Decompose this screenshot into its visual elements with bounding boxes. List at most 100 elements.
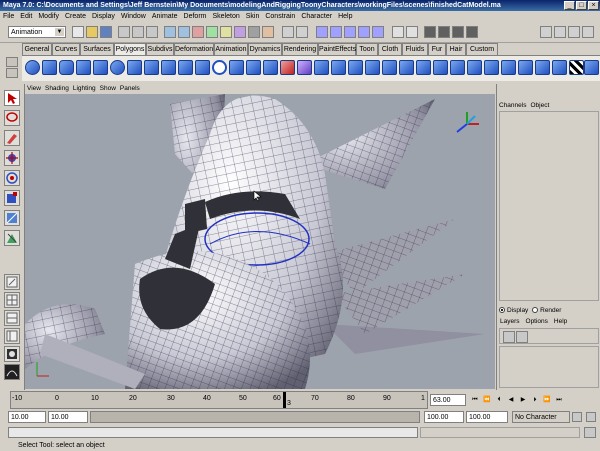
cut-faces-icon[interactable] bbox=[416, 60, 431, 75]
panel-menu-panels[interactable]: Panels bbox=[118, 84, 142, 94]
rotate-tool-icon[interactable] bbox=[4, 170, 20, 186]
duplicate-face-icon[interactable] bbox=[535, 60, 550, 75]
time-ruler[interactable]: -10 0 10 20 30 40 50 60 3 70 80 90 1 bbox=[10, 391, 428, 409]
character-set-dropdown[interactable]: No Character Set bbox=[512, 411, 570, 433]
select-object-icon[interactable] bbox=[132, 26, 144, 38]
menu-deform[interactable]: Deform bbox=[181, 11, 210, 22]
new-layer-icon[interactable] bbox=[503, 331, 515, 343]
menu-options[interactable]: Options bbox=[523, 317, 551, 326]
persp-graph-layout-icon[interactable] bbox=[4, 310, 20, 326]
playback-start-field[interactable]: 10.00 bbox=[48, 411, 88, 423]
boolean-union-icon[interactable] bbox=[280, 60, 295, 75]
range-slider-bar[interactable] bbox=[90, 411, 420, 423]
wedge-faces-icon[interactable] bbox=[501, 60, 516, 75]
snap-grid-icon[interactable] bbox=[316, 26, 328, 38]
maximize-button[interactable]: □ bbox=[576, 1, 587, 10]
menu-modify[interactable]: Modify bbox=[35, 11, 62, 22]
menu-create[interactable]: Create bbox=[62, 11, 89, 22]
play-backwards-icon[interactable]: ◀ bbox=[506, 395, 516, 405]
lasso-tool-icon[interactable] bbox=[4, 110, 20, 126]
graph-layout-icon[interactable] bbox=[4, 364, 20, 380]
checker-texture-icon[interactable] bbox=[569, 60, 584, 75]
script-editor-icon[interactable] bbox=[584, 427, 596, 438]
soft-modification-tool-icon[interactable] bbox=[4, 230, 20, 246]
manipulator-tool-icon[interactable] bbox=[4, 210, 20, 226]
poly-cube-icon[interactable] bbox=[42, 60, 57, 75]
step-forward-frame-icon[interactable]: ⏩ bbox=[542, 395, 552, 405]
extrude-edge-icon[interactable] bbox=[365, 60, 380, 75]
step-back-key-icon[interactable]: ⏴ bbox=[494, 395, 504, 405]
perspective-viewport[interactable] bbox=[25, 94, 495, 389]
tab-custom[interactable]: Custom bbox=[466, 43, 498, 55]
four-pane-layout-icon[interactable] bbox=[4, 292, 20, 308]
tab-dynamics[interactable]: Dynamics bbox=[248, 43, 282, 55]
animation-preferences-icon[interactable] bbox=[586, 412, 596, 422]
current-time-marker[interactable] bbox=[283, 392, 286, 408]
panel-menu-show[interactable]: Show bbox=[98, 84, 118, 94]
tab-painteffects[interactable]: PaintEffects bbox=[318, 43, 356, 55]
layer-list[interactable] bbox=[499, 346, 599, 388]
tab-subdivs[interactable]: Subdivs bbox=[146, 43, 174, 55]
panel-menu-shading[interactable]: Shading bbox=[43, 84, 71, 94]
render-frame-icon[interactable] bbox=[438, 26, 450, 38]
select-hierarchy-icon[interactable] bbox=[118, 26, 130, 38]
channel-box-toggle-icon[interactable] bbox=[568, 26, 580, 38]
tab-fluids[interactable]: Fluids bbox=[402, 43, 428, 55]
tab-general[interactable]: General bbox=[22, 43, 52, 55]
close-button[interactable]: × bbox=[588, 1, 599, 10]
menu-channels[interactable]: Channels bbox=[497, 101, 528, 110]
menu-character[interactable]: Character bbox=[298, 11, 335, 22]
select-rendering-icon[interactable] bbox=[248, 26, 260, 38]
menu-object[interactable]: Object bbox=[528, 101, 551, 110]
select-tool-icon[interactable] bbox=[4, 90, 20, 106]
step-back-frame-icon[interactable]: ⏪ bbox=[482, 395, 492, 405]
poly-platonic-icon[interactable] bbox=[212, 60, 227, 75]
poly-cone-icon[interactable] bbox=[76, 60, 91, 75]
playback-end-field[interactable]: 100.00 bbox=[424, 411, 464, 423]
go-to-start-icon[interactable]: ⏮ bbox=[470, 395, 480, 405]
poly-sphere-icon[interactable] bbox=[25, 60, 40, 75]
mirror-geometry-icon[interactable] bbox=[331, 60, 346, 75]
lock-selection-icon[interactable] bbox=[282, 26, 294, 38]
select-dynamics-icon[interactable] bbox=[234, 26, 246, 38]
poke-faces-icon[interactable] bbox=[518, 60, 533, 75]
poly-torus-icon[interactable] bbox=[110, 60, 125, 75]
snap-point-icon[interactable] bbox=[344, 26, 356, 38]
menu-window[interactable]: Window bbox=[118, 11, 149, 22]
tab-toon[interactable]: Toon bbox=[356, 43, 378, 55]
extract-icon[interactable] bbox=[263, 60, 278, 75]
menu-layer-help[interactable]: Help bbox=[551, 317, 570, 326]
shelf-menu-icon[interactable] bbox=[6, 57, 18, 67]
layer-editor-toggle-icon[interactable] bbox=[582, 26, 594, 38]
minimize-button[interactable]: _ bbox=[564, 1, 575, 10]
combine-icon[interactable] bbox=[229, 60, 244, 75]
current-frame-field[interactable]: 63.00 bbox=[430, 394, 466, 406]
menu-set-dropdown[interactable]: Animation ▼ bbox=[8, 26, 66, 38]
play-forwards-icon[interactable]: ▶ bbox=[518, 395, 528, 405]
tool-settings-icon[interactable] bbox=[554, 26, 566, 38]
reduce-icon[interactable] bbox=[314, 60, 329, 75]
extrude-face-icon[interactable] bbox=[348, 60, 363, 75]
poly-pyramid-icon[interactable] bbox=[144, 60, 159, 75]
smooth-icon[interactable] bbox=[297, 60, 312, 75]
select-surfaces-icon[interactable] bbox=[206, 26, 218, 38]
tab-animation[interactable]: Animation bbox=[214, 43, 248, 55]
bevel-icon[interactable] bbox=[382, 60, 397, 75]
start-time-field[interactable]: 10.00 bbox=[8, 411, 46, 423]
menu-layers[interactable]: Layers bbox=[497, 317, 523, 326]
single-pane-layout-icon[interactable] bbox=[4, 274, 20, 290]
attribute-editor-icon[interactable] bbox=[540, 26, 552, 38]
tab-curves[interactable]: Curves bbox=[52, 43, 80, 55]
construction-history-icon[interactable] bbox=[406, 26, 418, 38]
uv-editor-icon[interactable] bbox=[584, 60, 599, 75]
tab-cloth[interactable]: Cloth bbox=[378, 43, 402, 55]
select-joints-icon[interactable] bbox=[178, 26, 190, 38]
auto-key-icon[interactable] bbox=[572, 412, 582, 422]
panel-menu-lighting[interactable]: Lighting bbox=[71, 84, 98, 94]
menu-constrain[interactable]: Constrain bbox=[262, 11, 298, 22]
save-scene-icon[interactable] bbox=[100, 26, 112, 38]
poly-pipe-icon[interactable] bbox=[161, 60, 176, 75]
separate-icon[interactable] bbox=[246, 60, 261, 75]
open-scene-icon[interactable] bbox=[86, 26, 98, 38]
menu-skin[interactable]: Skin bbox=[243, 11, 263, 22]
